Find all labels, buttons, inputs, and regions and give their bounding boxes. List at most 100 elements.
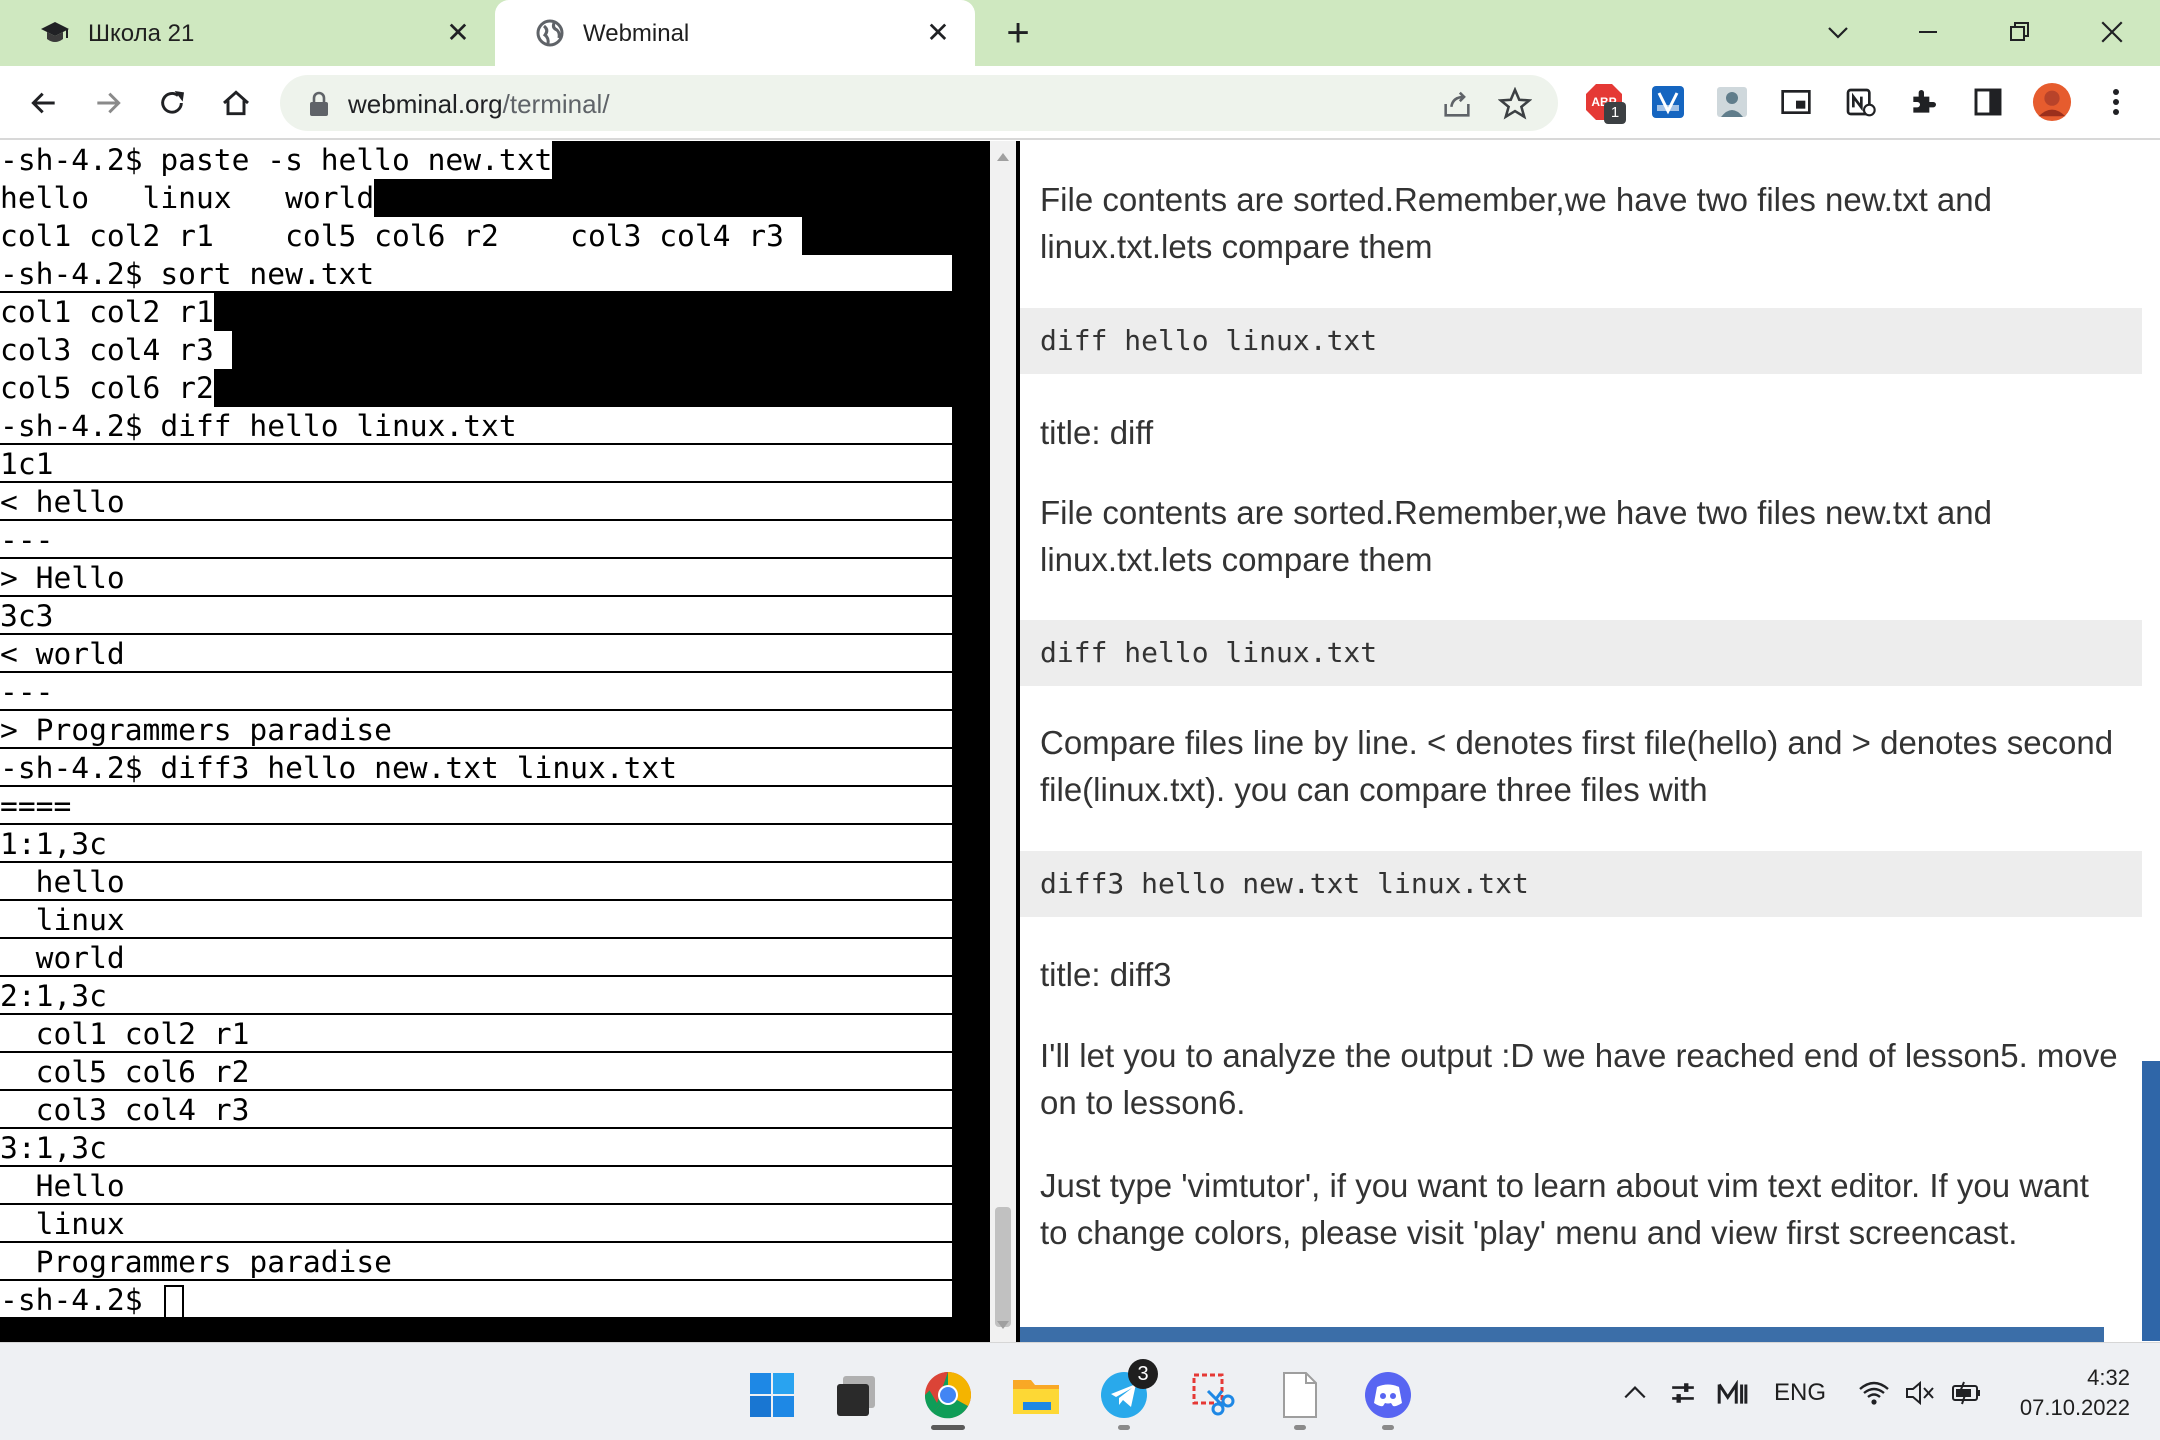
terminal-line: linux: [0, 1205, 952, 1243]
minimize-icon[interactable]: [1906, 12, 1950, 52]
browser-toolbar: webminal.org/terminal/ ABP 1: [0, 66, 2160, 140]
reload-icon[interactable]: [150, 81, 194, 125]
extensions-puzzle-icon[interactable]: [1904, 82, 1944, 122]
notepad-file-icon[interactable]: [1274, 1369, 1326, 1421]
code-block: diff3 hello new.txt linux.txt: [1020, 851, 2142, 917]
notion-extension-icon[interactable]: [1840, 82, 1880, 122]
app-running-indicator: [1118, 1425, 1130, 1430]
telegram-unread-badge: 3: [1128, 1359, 1158, 1389]
app-running-indicator: [1382, 1425, 1394, 1430]
task-view-icon[interactable]: [830, 1369, 882, 1421]
translator-extension-icon[interactable]: [1648, 82, 1688, 122]
discord-icon[interactable]: [1362, 1369, 1414, 1421]
terminal-line: -sh-4.2$ sort new.txt: [0, 255, 952, 293]
more-menu-icon[interactable]: [2096, 82, 2136, 122]
address-bar[interactable]: webminal.org/terminal/: [280, 75, 1558, 131]
windows-start-icon[interactable]: [746, 1369, 798, 1421]
terminal-line: col3 col4 r3: [0, 1091, 952, 1129]
tab-shkola21[interactable]: Школа 21 ✕: [0, 0, 495, 66]
graduation-cap-icon: [41, 22, 69, 42]
terminal-line: col1 col2 r1: [0, 1015, 952, 1053]
terminal-line: 2:1,3c: [0, 977, 952, 1015]
terminal-pane[interactable]: -sh-4.2$ paste -s hello new.txt hello li…: [0, 141, 990, 1342]
tray-overflow-chevron-icon[interactable]: [1618, 1377, 1652, 1409]
tab-strip: Школа 21 ✕ Webminal ✕ +: [0, 0, 2160, 66]
system-clock[interactable]: 4:32 07.10.2022: [2020, 1363, 2130, 1423]
lesson-title: title: diff3: [1040, 956, 1172, 993]
terminal-line: -sh-4.2$ paste -s hello new.txt: [0, 141, 553, 179]
scrollbar-thumb[interactable]: [995, 1207, 1011, 1327]
terminal-line: world: [0, 939, 952, 977]
side-panel-icon[interactable]: [1968, 82, 2008, 122]
chrome-icon[interactable]: [922, 1369, 974, 1421]
terminal-line: col3 col4 r3: [0, 331, 232, 369]
back-arrow-icon[interactable]: [22, 81, 66, 125]
terminal-line: linux: [0, 901, 952, 939]
clock-time: 4:32: [2087, 1365, 2130, 1390]
terminal-scrollbar[interactable]: [990, 141, 1016, 1342]
adblock-plus-icon[interactable]: ABP 1: [1584, 82, 1626, 124]
app-running-indicator: [1294, 1425, 1306, 1430]
lesson-paragraph: Just type 'vimtutor', if you want to lea…: [1040, 1167, 2089, 1251]
terminal-line: 1c1: [0, 445, 952, 483]
terminal-line: -sh-4.2$ diff3 hello new.txt linux.txt: [0, 749, 952, 787]
terminal-prompt: -sh-4.2$: [0, 1283, 161, 1317]
scroll-down-arrow-icon[interactable]: [997, 1321, 1009, 1329]
input-language-indicator[interactable]: ENG: [1770, 1377, 1830, 1409]
lesson-paragraph: File contents are sorted.Remember,we hav…: [1040, 494, 1992, 578]
forward-arrow-icon[interactable]: [86, 81, 130, 125]
tray-settings-sliders-icon[interactable]: [1666, 1377, 1700, 1409]
terminal-prompt-line[interactable]: -sh-4.2$: [0, 1281, 952, 1319]
bookmark-star-icon[interactable]: [1498, 87, 1532, 121]
adblock-badge: 1: [1604, 102, 1626, 124]
lesson-paragraph: Compare files line by line. < denotes fi…: [1040, 724, 2114, 808]
taskbar: 3 ENG 4:32 07.10.2022: [0, 1342, 2160, 1440]
lesson-title: title: diff: [1040, 414, 1154, 451]
globe-icon: [536, 19, 564, 47]
terminal-line: col5 col6 r2: [0, 1053, 952, 1091]
profile-avatar[interactable]: [2032, 82, 2072, 122]
new-tab-button[interactable]: +: [998, 13, 1038, 54]
tab-webminal[interactable]: Webminal ✕: [495, 0, 975, 66]
tray-app-icon[interactable]: [1712, 1377, 1752, 1409]
lesson-paragraph: File contents are sorted.Remember,we hav…: [1040, 181, 1992, 265]
window-close-icon[interactable]: [2090, 12, 2134, 52]
tab-title: Webminal: [583, 20, 690, 47]
lesson-scrollbar-thumb[interactable]: [2142, 1061, 2160, 1341]
terminal-line: col1 col2 r1 col5 col6 r2 col3 col4 r3: [0, 217, 802, 255]
lesson-panel: File contents are sorted.Remember,we hav…: [1020, 141, 2160, 1342]
terminal-line: Programmers paradise: [0, 1243, 952, 1281]
tab-search-chevron-icon[interactable]: [1816, 12, 1860, 52]
lesson-footer-bar: [1020, 1327, 2104, 1342]
terminal-cursor: [164, 1284, 185, 1319]
code-block: diff hello linux.txt: [1020, 308, 2142, 374]
close-icon[interactable]: ✕: [443, 18, 473, 48]
close-icon[interactable]: ✕: [923, 18, 953, 48]
terminal-line: hello: [0, 863, 952, 901]
terminal-line: hello linux world: [0, 179, 375, 217]
terminal-line: 1:1,3c: [0, 825, 952, 863]
battery-charging-icon[interactable]: [1948, 1377, 1984, 1409]
terminal-line: Hello: [0, 1167, 952, 1205]
picture-in-picture-icon[interactable]: [1776, 82, 1816, 122]
scroll-up-arrow-icon[interactable]: [997, 153, 1009, 161]
terminal-line: < world: [0, 635, 952, 673]
terminal-line: col1 col2 r1: [0, 293, 214, 331]
lock-icon: [310, 91, 328, 116]
terminal-line: 3:1,3c: [0, 1129, 952, 1167]
clock-date: 07.10.2022: [2019, 1395, 2130, 1420]
snipping-tool-icon[interactable]: [1186, 1369, 1238, 1421]
terminal-line: ====: [0, 787, 952, 825]
home-icon[interactable]: [214, 81, 258, 125]
volume-muted-icon[interactable]: [1902, 1377, 1938, 1409]
restore-icon[interactable]: [1998, 12, 2042, 52]
wifi-icon[interactable]: [1856, 1377, 1892, 1409]
terminal-line: ---: [0, 673, 952, 711]
terminal-line: col5 col6 r2: [0, 369, 214, 407]
file-explorer-icon[interactable]: [1010, 1369, 1062, 1421]
terminal-line: ---: [0, 521, 952, 559]
code-block: diff hello linux.txt: [1020, 620, 2142, 686]
terminal-line: > Hello: [0, 559, 952, 597]
share-icon[interactable]: [1440, 87, 1474, 121]
profile-extension-icon[interactable]: [1712, 82, 1752, 122]
